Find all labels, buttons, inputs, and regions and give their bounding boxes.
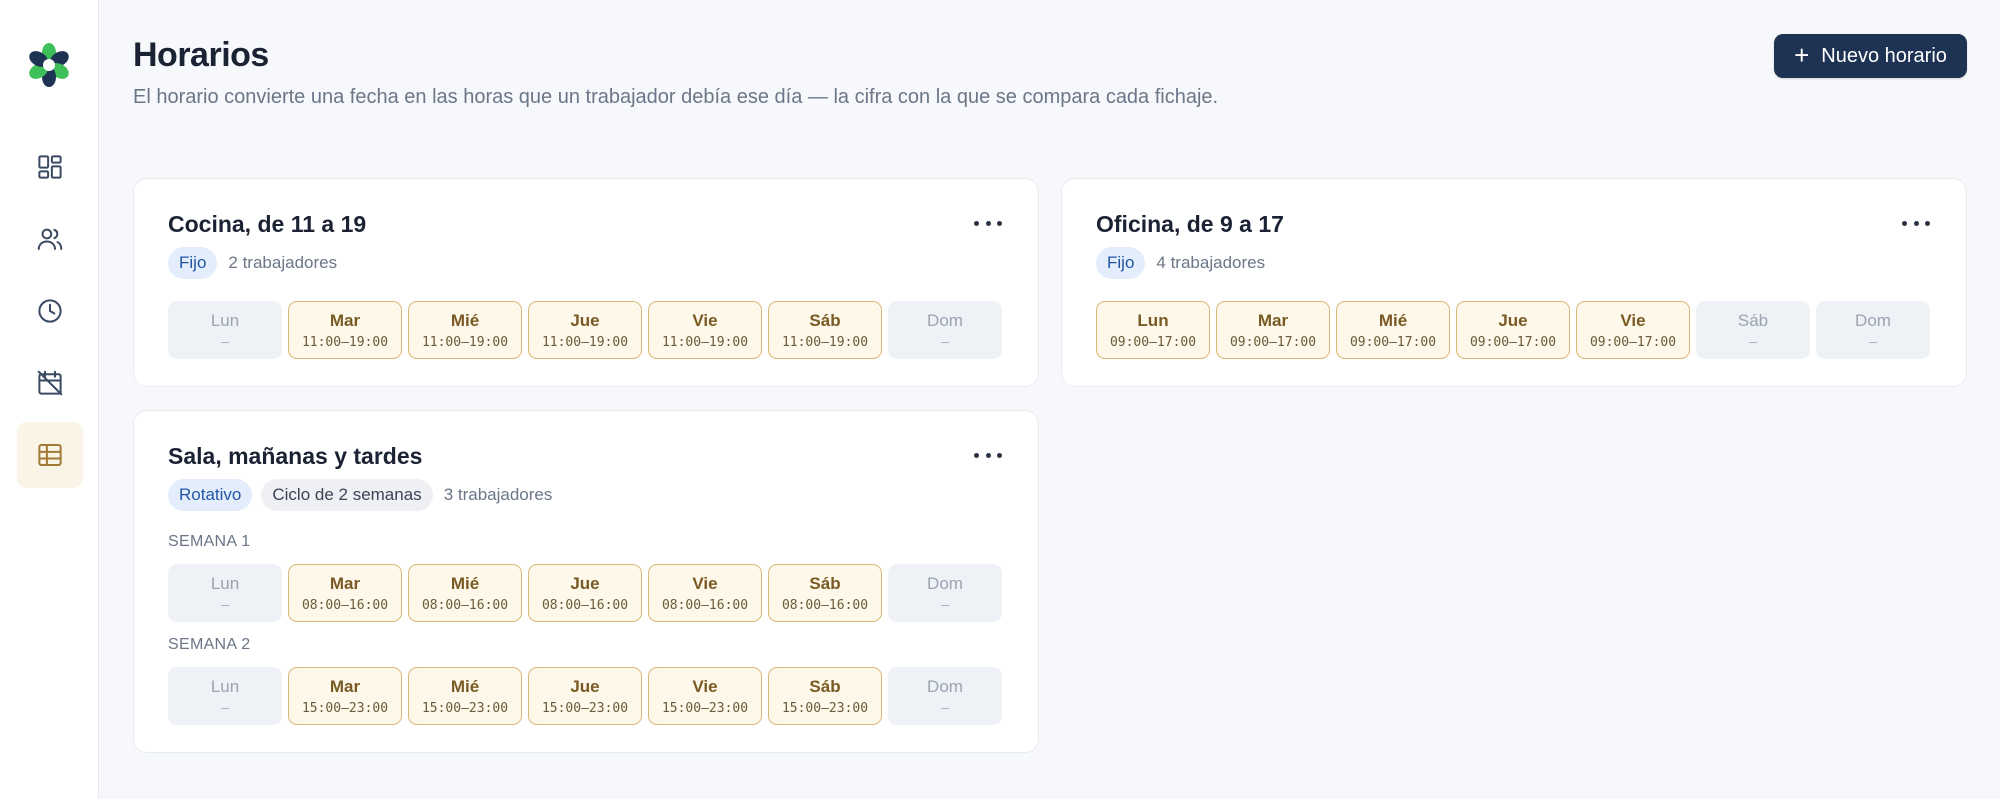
day-cell: Vie 08:00–16:00 bbox=[648, 564, 762, 622]
day-cell: Mar 15:00–23:00 bbox=[288, 667, 402, 725]
users-icon bbox=[37, 228, 63, 250]
sidebar-item-users[interactable] bbox=[17, 206, 83, 272]
day-cell: Mar 11:00–19:00 bbox=[288, 301, 402, 359]
schedule-card[interactable]: Oficina, de 9 a 17 Fijo 4 trabajadores L… bbox=[1061, 178, 1967, 387]
schedule-type-badge: Fijo bbox=[168, 247, 218, 279]
more-options-icon[interactable] bbox=[974, 445, 1002, 465]
schedule-title: Oficina, de 9 a 17 bbox=[1096, 211, 1284, 237]
schedule-type-badge: Rotativo bbox=[168, 479, 253, 511]
day-cell: Sáb 08:00–16:00 bbox=[768, 564, 882, 622]
week-days: Lun – Mar 08:00–16:00 Mié 08:00–16:00 Jue 08… bbox=[168, 564, 1002, 622]
cycle-badge: Ciclo de 2 semanas bbox=[261, 479, 433, 511]
more-options-icon[interactable] bbox=[974, 213, 1002, 233]
sidebar-item-time[interactable] bbox=[17, 278, 83, 344]
day-cell: Dom – bbox=[888, 301, 1002, 359]
week-days: Lun – Mar 15:00–23:00 Mié 15:00–23:00 Jue 15… bbox=[168, 667, 1002, 725]
worker-count: 4 trabajadores bbox=[1156, 253, 1266, 272]
plus-icon: + bbox=[1794, 39, 1810, 70]
sidebar-item-schedules[interactable] bbox=[17, 422, 83, 488]
more-options-icon[interactable] bbox=[1902, 213, 1930, 233]
day-cell: Dom – bbox=[888, 667, 1002, 725]
day-cell: Sáb 11:00–19:00 bbox=[768, 301, 882, 359]
new-schedule-button[interactable]: + Nuevo horario bbox=[1774, 34, 1967, 78]
day-cell: Vie 11:00–19:00 bbox=[648, 301, 762, 359]
week-label: SEMANA 1 bbox=[168, 533, 251, 550]
day-cell: Dom – bbox=[1816, 301, 1930, 359]
clock-icon bbox=[38, 299, 62, 323]
day-cell: Dom – bbox=[888, 564, 1002, 622]
sidebar bbox=[0, 0, 99, 799]
schedule-title: Sala, mañanas y tardes bbox=[168, 443, 423, 469]
dashboard-icon bbox=[38, 155, 62, 179]
day-cell: Lun – bbox=[168, 667, 282, 725]
schedule-card[interactable]: Cocina, de 11 a 19 Fijo 2 trabajadores L… bbox=[133, 178, 1039, 387]
day-cell: Sáb 15:00–23:00 bbox=[768, 667, 882, 725]
day-cell: Vie 09:00–17:00 bbox=[1576, 301, 1690, 359]
day-cell: Lun 09:00–17:00 bbox=[1096, 301, 1210, 359]
sidebar-item-dashboard[interactable] bbox=[17, 134, 83, 200]
page-title: Horarios bbox=[133, 36, 269, 74]
day-cell: Mar 09:00–17:00 bbox=[1216, 301, 1330, 359]
day-cell: Jue 11:00–19:00 bbox=[528, 301, 642, 359]
day-cell: Vie 15:00–23:00 bbox=[648, 667, 762, 725]
week-days: Lun 09:00–17:00 Mar 09:00–17:00 Mié 09:00–1… bbox=[1096, 301, 1930, 359]
day-cell: Jue 15:00–23:00 bbox=[528, 667, 642, 725]
calendar-off-icon bbox=[37, 370, 63, 396]
page-subtitle: El horario convierte una fecha en las ho… bbox=[133, 86, 1219, 108]
day-cell: Mié 11:00–19:00 bbox=[408, 301, 522, 359]
day-cell: Mié 08:00–16:00 bbox=[408, 564, 522, 622]
sidebar-item-absences[interactable] bbox=[17, 350, 83, 416]
day-cell: Mié 15:00–23:00 bbox=[408, 667, 522, 725]
worker-count: 3 trabajadores bbox=[443, 485, 553, 504]
week-label: SEMANA 2 bbox=[168, 636, 251, 653]
table-icon bbox=[38, 444, 62, 466]
day-cell: Mié 09:00–17:00 bbox=[1336, 301, 1450, 359]
day-cell: Jue 09:00–17:00 bbox=[1456, 301, 1570, 359]
week-days: Lun – Mar 11:00–19:00 Mié 11:00–19:00 Jue 11… bbox=[168, 301, 1002, 359]
schedule-card[interactable]: Sala, mañanas y tardes Rotativo Ciclo de… bbox=[133, 410, 1039, 753]
day-cell: Lun – bbox=[168, 301, 282, 359]
schedule-type-badge: Fijo bbox=[1096, 247, 1146, 279]
worker-count: 2 trabajadores bbox=[228, 253, 338, 272]
day-cell: Mar 08:00–16:00 bbox=[288, 564, 402, 622]
new-schedule-button-label: Nuevo horario bbox=[1821, 44, 1947, 67]
day-cell: Jue 08:00–16:00 bbox=[528, 564, 642, 622]
day-cell: Sáb – bbox=[1696, 301, 1810, 359]
day-cell: Lun – bbox=[168, 564, 282, 622]
logo-icon bbox=[29, 43, 69, 87]
schedule-title: Cocina, de 11 a 19 bbox=[168, 211, 367, 237]
